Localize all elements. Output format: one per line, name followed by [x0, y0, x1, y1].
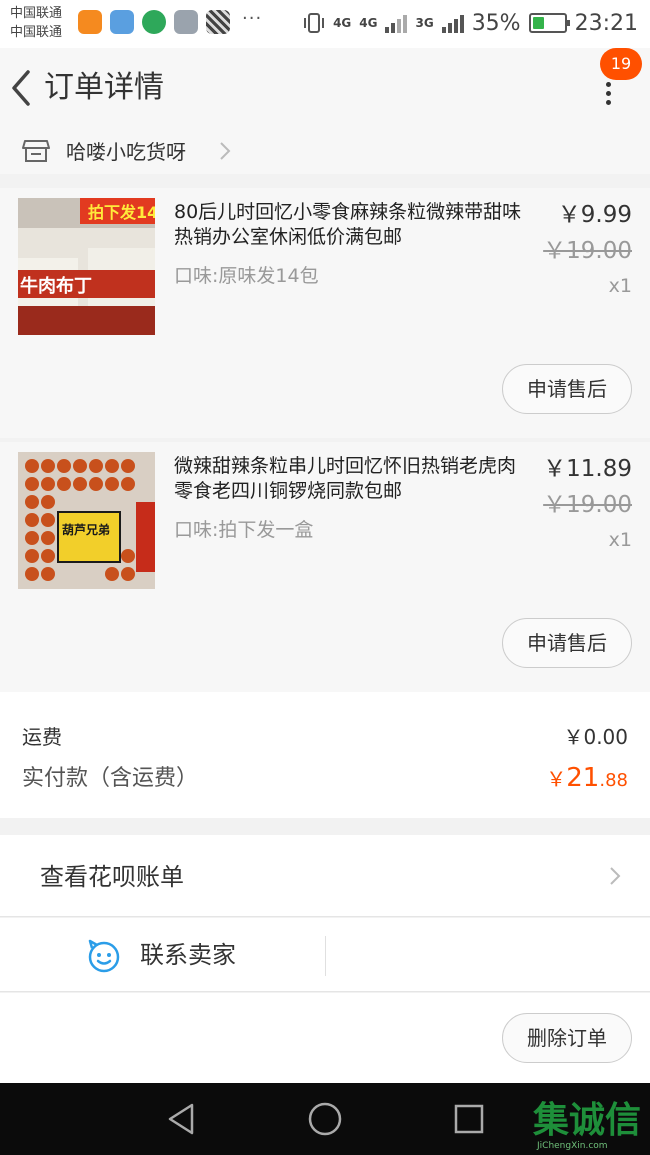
qr-code-icon — [206, 10, 230, 34]
order-item: 葫芦兄弟 微辣甜辣条粒串儿时回忆怀旧热销老虎肉零食老四川铜锣烧同款包邮 口味:拍… — [0, 442, 650, 692]
network-type-2: 4G — [359, 16, 378, 30]
product-image-skewers[interactable]: 葫芦兄弟 — [18, 452, 155, 589]
paid-currency: ￥ — [546, 767, 567, 791]
product-price: ￥9.99 — [557, 202, 632, 228]
paid-amount: ￥21.88 — [546, 762, 628, 797]
order-item: 拍下发14 牛肉布丁 80后儿时回忆小零食麻辣条粒微辣带甜味热销办公室休闲低价满… — [0, 188, 650, 438]
delete-order-button[interactable]: 删除订单 — [502, 1013, 632, 1063]
gallery-icon — [174, 10, 198, 34]
product-title[interactable]: 微辣甜辣条粒串儿时回忆怀旧热销老虎肉零食老四川铜锣烧同款包邮 — [174, 454, 530, 504]
product-original-price: ￥19.00 — [543, 238, 632, 264]
product-price: ￥11.89 — [543, 456, 632, 482]
after-sale-button[interactable]: 申请售后 — [502, 618, 632, 668]
battery-percent: 35% — [471, 10, 521, 36]
more-notifications-icon: ··· — [242, 8, 263, 29]
chevron-right-icon — [220, 142, 231, 160]
signal-icon — [385, 13, 408, 33]
thumb-label-text: 葫芦兄弟 — [62, 522, 110, 537]
product-image-spicy-strips[interactable]: 拍下发14 牛肉布丁 — [18, 198, 155, 335]
paid-label: 实付款（含运费） — [22, 766, 199, 791]
notification-badge: 19 — [600, 48, 642, 80]
chevron-left-icon[interactable] — [8, 68, 34, 108]
recents-square-icon[interactable] — [453, 1103, 485, 1135]
page-title: 订单详情 — [44, 70, 164, 105]
health-app-icon — [110, 10, 134, 34]
chat-bubble-icon[interactable] — [86, 938, 122, 974]
carrier-info: 中国联通 中国联通 — [10, 4, 62, 42]
product-quantity: x1 — [608, 529, 632, 551]
watermark-url: JiChengXin.com — [537, 1141, 608, 1151]
battery-icon — [528, 13, 570, 33]
product-original-price: ￥19.00 — [543, 492, 632, 518]
thumb-label-text: 牛肉布丁 — [20, 275, 92, 297]
cet-app-icon — [142, 10, 166, 34]
chevron-right-icon — [610, 867, 621, 885]
status-bar: 中国联通 中国联通 ··· 4G 4G 3G 35% 23:21 — [0, 0, 650, 48]
contact-seller-button[interactable]: 联系卖家 — [140, 938, 236, 972]
order-summary: 运费 ￥0.00 实付款（含运费） ￥21.88 — [0, 692, 650, 818]
footer-actions: 删除订单 — [0, 993, 650, 1083]
home-circle-icon[interactable] — [307, 1101, 343, 1137]
thumb-banner-text: 拍下发14 — [88, 203, 155, 222]
back-triangle-icon[interactable] — [164, 1101, 198, 1137]
contact-row: 联系卖家 — [0, 918, 650, 992]
more-vertical-icon[interactable] — [596, 78, 620, 108]
product-spec: 口味:拍下发一盒 — [174, 519, 314, 541]
shop-name: 哈喽小吃货呀 — [66, 140, 186, 164]
shipping-label: 运费 — [22, 725, 62, 749]
divider — [325, 936, 326, 976]
paid-decimal: .88 — [599, 770, 628, 791]
watermark-logo: 集诚信 — [533, 1100, 642, 1141]
clock: 23:21 — [574, 10, 638, 36]
carrier-line-1: 中国联通 — [10, 6, 63, 21]
product-title[interactable]: 80后儿时回忆小零食麻辣条粒微辣带甜味热销办公室休闲低价满包邮 — [174, 200, 530, 250]
network-type-1: 4G — [333, 16, 352, 30]
network-type-3: 3G — [415, 16, 434, 30]
carrier-line-2: 中国联通 — [10, 25, 63, 40]
shipping-value: ￥0.00 — [563, 725, 628, 749]
huabei-bill-row[interactable]: 查看花呗账单 — [0, 835, 650, 917]
product-spec: 口味:原味发14包 — [174, 265, 319, 287]
shop-row[interactable]: 哈喽小吃货呀 — [0, 132, 650, 174]
uc-browser-icon — [78, 10, 102, 34]
status-indicators: 4G 4G 3G 35% 23:21 — [303, 6, 638, 40]
product-quantity: x1 — [608, 275, 632, 297]
nav-bar: 订单详情 19 — [0, 48, 650, 132]
huabei-bill-label: 查看花呗账单 — [40, 863, 184, 891]
store-icon — [22, 140, 50, 162]
vibrate-icon — [304, 13, 325, 33]
signal-icon-2 — [441, 13, 464, 33]
paid-integer: 21 — [566, 763, 600, 793]
after-sale-button[interactable]: 申请售后 — [502, 364, 632, 414]
